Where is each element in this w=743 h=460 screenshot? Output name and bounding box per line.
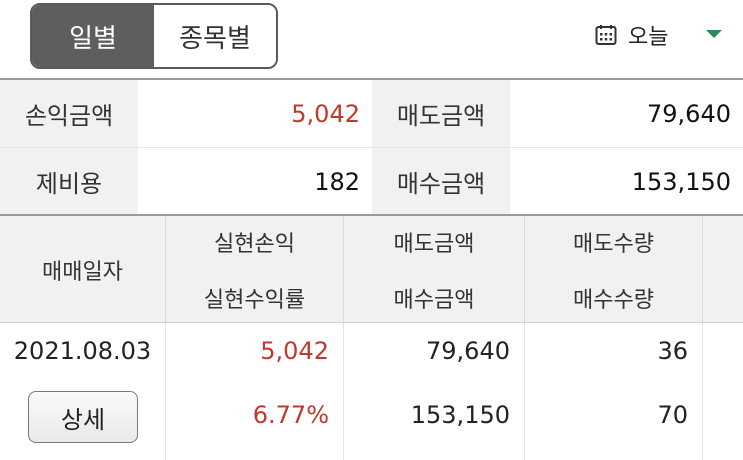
summary-row: 손익금액 5,042 매도금액 79,640 (0, 80, 743, 147)
cell-date: 2021.08.03 상세 (0, 323, 166, 460)
chevron-down-icon[interactable] (706, 30, 722, 38)
sell-amount-cell: 79,640 (426, 337, 510, 365)
header-buy-qty: 매수수량 (573, 288, 654, 313)
sell-amount-label: 매도금액 (372, 80, 510, 147)
trade-date: 2021.08.03 (13, 337, 152, 365)
fee-label: 제비용 (0, 148, 138, 215)
realized-rate-value: 6.77% (252, 401, 329, 429)
col-header-amount: 매도금액 매수금액 (344, 216, 525, 322)
sell-amount-value: 79,640 (510, 80, 743, 147)
cell-amount: 79,640 153,150 (344, 323, 525, 460)
view-toggle: 일별 종목별 (30, 3, 278, 69)
fee-value: 182 (138, 148, 372, 215)
header-realized-rate: 실현수익률 (203, 288, 306, 313)
cell-realized: 5,042 6.77% (166, 323, 344, 460)
summary-row: 제비용 182 매수금액 153,150 (0, 147, 743, 215)
col-header-realized: 실현손익 실현수익률 (166, 216, 344, 322)
header-realized-pl: 실현손익 (214, 232, 295, 257)
col-header-extra (703, 216, 743, 322)
table-row: 2021.08.03 상세 5,042 6.77% 79,640 153,150… (0, 323, 743, 460)
profit-value: 5,042 (138, 80, 372, 147)
detail-button[interactable]: 상세 (28, 391, 138, 443)
table-header: 매매일자 실현손익 실현수익률 매도금액 매수금액 매도수량 매수수량 (0, 216, 743, 322)
tab-by-stock[interactable]: 종목별 (154, 5, 276, 67)
buy-amount-label: 매수금액 (372, 148, 510, 215)
col-header-date: 매매일자 (0, 216, 166, 322)
summary-panel: 손익금액 5,042 매도금액 79,640 제비용 182 매수금액 153,… (0, 80, 743, 215)
header-buy-amount: 매수금액 (393, 288, 475, 313)
buy-amount-value: 153,150 (510, 148, 743, 215)
tab-daily[interactable]: 일별 (32, 5, 154, 67)
buy-amount-cell: 153,150 (410, 401, 510, 429)
sell-qty-cell: 36 (657, 337, 688, 365)
profit-label: 손익금액 (0, 80, 138, 147)
header: 일별 종목별 오늘 (0, 0, 743, 78)
buy-qty-cell: 70 (657, 401, 688, 429)
date-selector[interactable]: 오늘 (594, 18, 722, 52)
date-selector-label: 오늘 (628, 25, 669, 50)
realized-pl-value: 5,042 (260, 337, 329, 365)
header-date-label: 매매일자 (42, 260, 123, 285)
header-sell-qty: 매도수량 (573, 232, 654, 257)
cell-extra (703, 323, 743, 460)
col-header-qty: 매도수량 매수수량 (525, 216, 703, 322)
calendar-icon (595, 25, 617, 45)
header-sell-amount: 매도금액 (393, 232, 475, 257)
cell-qty: 36 70 (525, 323, 703, 460)
